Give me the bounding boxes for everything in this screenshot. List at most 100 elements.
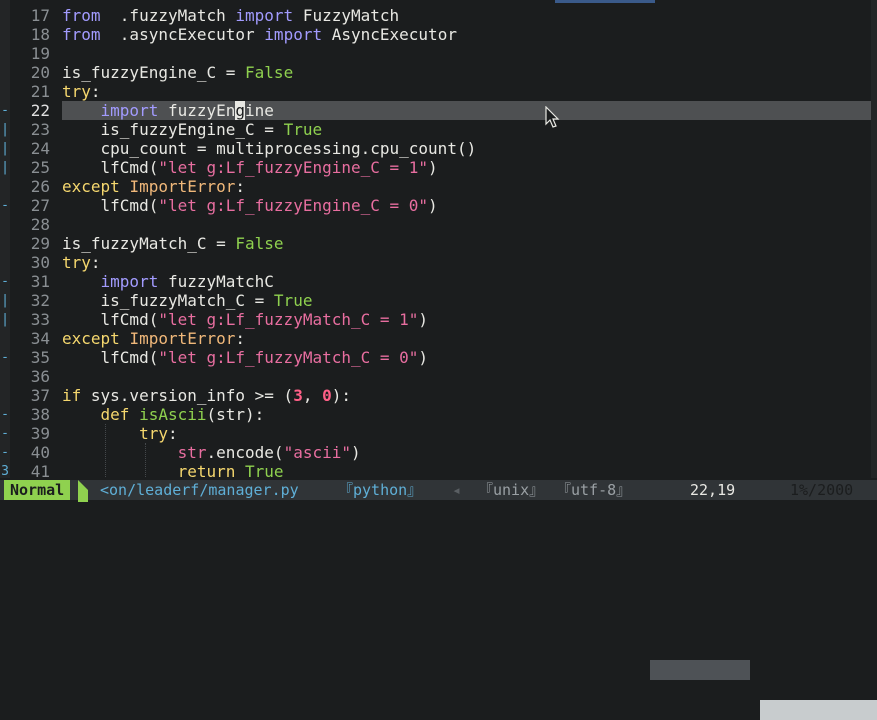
fold-marker[interactable]: - — [0, 196, 10, 215]
token-text: ) — [418, 310, 429, 329]
code-text[interactable]: try: — [62, 253, 101, 272]
code-line[interactable]: - 40 str.encode("ascii") — [0, 443, 877, 462]
fold-marker[interactable] — [0, 253, 10, 272]
code-line[interactable]: 36 — [0, 367, 877, 386]
fold-marker[interactable]: 3 — [0, 462, 10, 478]
line-number: 30 — [30, 253, 50, 272]
line-number: 18 — [30, 25, 50, 44]
scrollbar[interactable] — [871, 0, 877, 478]
code-text[interactable]: lfCmd("let g:Lf_fuzzyEngine_C = 1") — [62, 158, 438, 177]
code-text[interactable]: import fuzzyEngine — [62, 101, 274, 120]
fold-marker[interactable] — [0, 82, 10, 101]
tab-indicator — [555, 0, 655, 3]
code-line[interactable]: 19 — [0, 44, 877, 63]
fold-marker[interactable]: | — [0, 310, 10, 329]
code-line[interactable]: | 24 cpu_count = multiprocessing.cpu_coun… — [0, 139, 877, 158]
code-line[interactable]: | 32 is_fuzzyMatch_C = True — [0, 291, 877, 310]
encoding-label: 『utf-8』 — [556, 481, 632, 499]
code-text[interactable]: from .asyncExecutor import AsyncExecutor — [62, 25, 457, 44]
fold-marker[interactable]: | — [0, 291, 10, 310]
line-number: 25 — [30, 158, 50, 177]
code-text[interactable]: import fuzzyMatchC — [62, 272, 274, 291]
code-line[interactable]: | 33 lfCmd("let g:Lf_fuzzyMatch_C = 1") — [0, 310, 877, 329]
token-text: fuzzyMatchC — [158, 272, 274, 291]
line-number: 34 — [30, 329, 50, 348]
code-text[interactable]: except ImportError: — [62, 329, 245, 348]
fold-marker[interactable] — [0, 177, 10, 196]
code-text[interactable]: str.encode("ascii") — [62, 443, 361, 462]
code-line[interactable]: 3 41 return True — [0, 462, 877, 478]
fold-marker[interactable]: - — [0, 348, 10, 367]
code-line[interactable]: | 23 is_fuzzyEngine_C = True — [0, 120, 877, 139]
code-text[interactable]: cpu_count = multiprocessing.cpu_count() — [62, 139, 477, 158]
code-text[interactable]: lfCmd("let g:Lf_fuzzyEngine_C = 0") — [62, 196, 438, 215]
fold-marker[interactable] — [0, 6, 10, 25]
token-kw2: import — [100, 272, 159, 291]
fold-marker[interactable]: - — [0, 272, 10, 291]
fold-marker[interactable] — [0, 386, 10, 405]
code-text[interactable]: is_fuzzyEngine_C = False — [62, 63, 293, 82]
code-line[interactable]: - 31 import fuzzyMatchC — [0, 272, 877, 291]
code-text[interactable]: from .fuzzyMatch import FuzzyMatch — [62, 6, 399, 25]
code-line[interactable]: 21 try: — [0, 82, 877, 101]
code-line[interactable]: 17 from .fuzzyMatch import FuzzyMatch — [0, 6, 877, 25]
token-text: .encode( — [206, 443, 284, 462]
code-line[interactable]: 20 is_fuzzyEngine_C = False — [0, 63, 877, 82]
code-text[interactable]: except ImportError: — [62, 177, 245, 196]
fold-marker[interactable] — [0, 367, 10, 386]
code-line[interactable]: 30 try: — [0, 253, 877, 272]
code-line[interactable]: 34 except ImportError: — [0, 329, 877, 348]
fold-marker[interactable]: | — [0, 139, 10, 158]
fold-marker[interactable] — [0, 215, 10, 234]
fold-marker[interactable]: - — [0, 443, 10, 462]
fold-marker[interactable] — [0, 25, 10, 44]
code-line[interactable]: - 22 import fuzzyEngine — [0, 101, 877, 120]
token-const: True — [245, 462, 284, 478]
fold-marker[interactable] — [0, 329, 10, 348]
editor-pane[interactable]: 17 from .fuzzyMatch import FuzzyMatch 18 fr… — [0, 0, 877, 478]
code-line[interactable]: - 39 try: — [0, 424, 877, 443]
fold-marker[interactable]: - — [0, 424, 10, 443]
fold-marker[interactable]: | — [0, 158, 10, 177]
fold-marker[interactable] — [0, 63, 10, 82]
code-line[interactable]: - 35 lfCmd("let g:Lf_fuzzyMatch_C = 0") — [0, 348, 877, 367]
token-const: False — [235, 234, 284, 253]
code-line[interactable]: 18 from .asyncExecutor import AsyncExecut… — [0, 25, 877, 44]
fold-marker[interactable]: - — [0, 101, 10, 120]
code-line[interactable]: - 27 lfCmd("let g:Lf_fuzzyEngine_C = 0") — [0, 196, 877, 215]
code-text[interactable]: def isAscii(str): — [62, 405, 265, 424]
code-text[interactable]: lfCmd("let g:Lf_fuzzyMatch_C = 1") — [62, 310, 429, 329]
line-number: 40 — [30, 443, 50, 462]
line-number: 29 — [30, 234, 50, 253]
code-line[interactable]: 28 — [0, 215, 877, 234]
token-text: : — [235, 177, 246, 196]
code-text[interactable]: lfCmd("let g:Lf_fuzzyMatch_C = 0") — [62, 348, 429, 367]
code-text[interactable]: if sys.version_info >= (3, 0): — [62, 386, 351, 405]
code-line[interactable]: 29 is_fuzzyMatch_C = False — [0, 234, 877, 253]
fold-marker[interactable] — [0, 234, 10, 253]
token-text: lfCmd( — [62, 158, 159, 177]
line-number: 20 — [30, 63, 50, 82]
code-text[interactable]: is_fuzzyMatch_C = True — [62, 291, 313, 310]
token-text: is_fuzzyMatch_C = — [62, 234, 236, 253]
code-line[interactable]: 37 if sys.version_info >= (3, 0): — [0, 386, 877, 405]
command-line[interactable] — [0, 502, 877, 527]
fold-marker[interactable] — [0, 44, 10, 63]
line-number: 38 — [30, 405, 50, 424]
code-text[interactable]: is_fuzzyMatch_C = False — [62, 234, 284, 253]
fold-marker[interactable]: - — [0, 405, 10, 424]
code-text[interactable]: return True — [62, 462, 284, 478]
code-text[interactable]: try: — [62, 82, 101, 101]
token-const: True — [273, 291, 313, 310]
token-const: False — [245, 63, 294, 82]
code-line[interactable]: 26 except ImportError: — [0, 177, 877, 196]
line-number: 21 — [30, 82, 50, 101]
fold-marker[interactable]: | — [0, 120, 10, 139]
code-text[interactable]: try: — [62, 424, 178, 443]
code-text[interactable]: is_fuzzyEngine_C = True — [62, 120, 323, 139]
code-line[interactable]: - 38 def isAscii(str): — [0, 405, 877, 424]
code-line[interactable]: | 25 lfCmd("let g:Lf_fuzzyEngine_C = 1") — [0, 158, 877, 177]
token-text: : — [167, 424, 178, 443]
token-text: lfCmd( — [62, 196, 159, 215]
